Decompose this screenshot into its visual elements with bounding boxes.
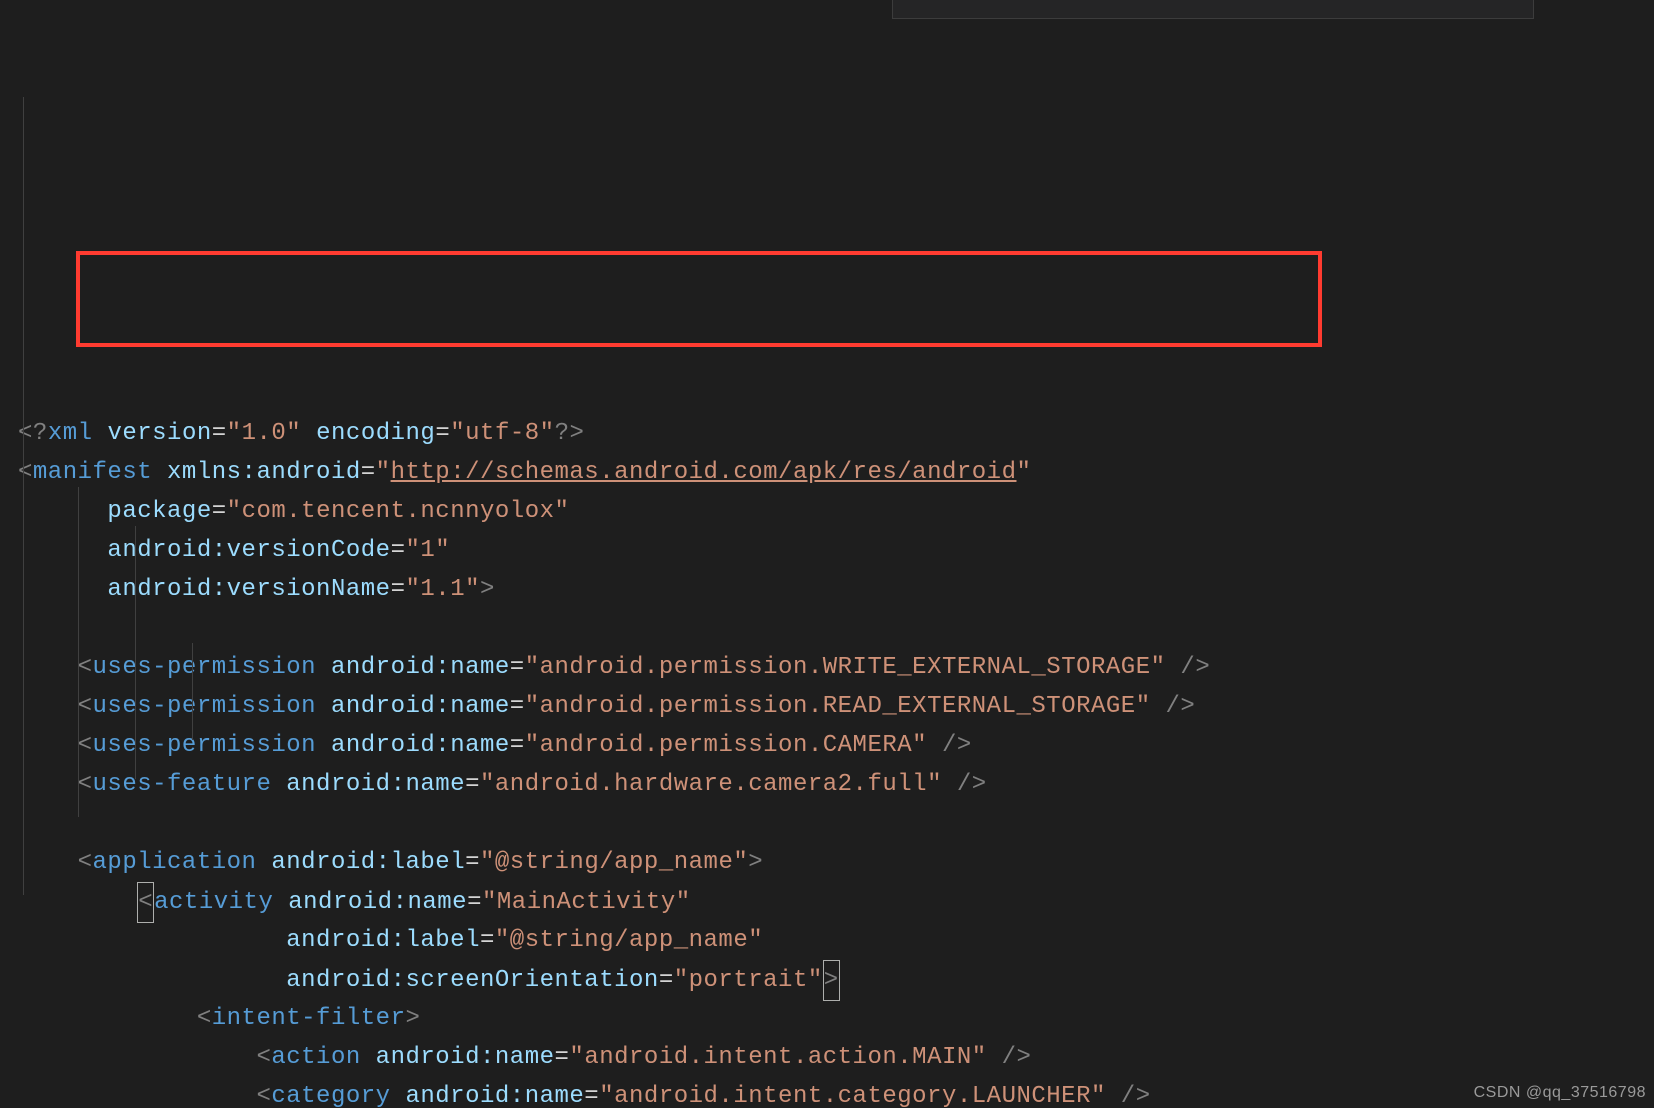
category-value: android.intent.category.LAUNCHER [614, 1083, 1091, 1108]
code-line[interactable]: android:versionCode="1" [18, 531, 1636, 570]
watermark-text: CSDN @qq_37516798 [1474, 1084, 1646, 1102]
code-editor[interactable]: <?xml version="1.0" encoding="utf-8"?><m… [0, 0, 1654, 1108]
code-line[interactable]: android:label="@string/app_name" [18, 921, 1636, 960]
code-line[interactable]: <activity android:name="MainActivity" [18, 882, 1636, 921]
category-tag: category [271, 1083, 390, 1108]
code-line[interactable]: <uses-permission android:name="android.p… [18, 687, 1636, 726]
action-value: android.intent.action.MAIN [584, 1044, 971, 1071]
android-name-attr: android:name [286, 771, 465, 798]
activity-name-value: MainActivity [497, 889, 676, 916]
indent-guide [78, 487, 79, 817]
code-line[interactable]: package="com.tencent.ncnnyolox" [18, 492, 1636, 531]
uses-feature-tag: uses-feature [93, 771, 272, 798]
package-attr: package [107, 498, 211, 525]
intent-filter-open-tag: intent-filter [212, 1005, 406, 1032]
bracket-match-close: > [823, 960, 840, 1001]
package-value: com.tencent.ncnnyolox [242, 498, 555, 525]
feature-camera2-value: android.hardware.camera2.full [495, 771, 927, 798]
xmlns-attr: xmlns:android [167, 459, 361, 486]
android-name-attr: android:name [288, 889, 467, 916]
code-line[interactable]: <category android:name="android.intent.c… [18, 1077, 1636, 1108]
uses-permission-tag: uses-permission [93, 693, 317, 720]
highlight-rectangle [76, 251, 1322, 347]
code-line[interactable]: <uses-permission android:name="android.p… [18, 648, 1636, 687]
code-line[interactable]: <uses-permission android:name="android.p… [18, 726, 1636, 765]
code-line[interactable] [18, 609, 1636, 648]
versionname-attr: android:versionName [107, 576, 390, 603]
indent-guide [192, 643, 193, 740]
activity-open-tag: activity [154, 889, 273, 916]
android-label-attr: android:label [286, 927, 480, 954]
manifest-open-tag: manifest [33, 459, 152, 486]
versionname-value: 1.1 [420, 576, 465, 603]
app-label-value: @string/app_name [495, 849, 733, 876]
perm-read-value: android.permission.READ_EXTERNAL_STORAGE [540, 693, 1136, 720]
code-line[interactable]: <application android:label="@string/app_… [18, 843, 1636, 882]
code-line[interactable]: <?xml version="1.0" encoding="utf-8"?> [18, 414, 1636, 453]
screenorientation-value: portrait [689, 967, 808, 994]
indent-guide [135, 526, 136, 779]
screenorientation-attr: android:screenOrientation [286, 967, 659, 994]
uses-permission-tag: uses-permission [93, 732, 317, 759]
android-name-attr: android:name [405, 1083, 584, 1108]
indent-guide [23, 97, 24, 895]
activity-label-value: @string/app_name [510, 927, 748, 954]
versioncode-value: 1 [420, 537, 435, 564]
xml-version-value: 1.0 [242, 420, 287, 447]
android-name-attr: android:name [331, 654, 510, 681]
code-line[interactable]: <manifest xmlns:android="http://schemas.… [18, 453, 1636, 492]
code-line[interactable]: android:screenOrientation="portrait"> [18, 960, 1636, 999]
action-tag: action [271, 1044, 360, 1071]
code-line[interactable] [18, 804, 1636, 843]
xml-encoding-value: utf-8 [465, 420, 540, 447]
perm-camera-value: android.permission.CAMERA [540, 732, 913, 759]
versioncode-attr: android:versionCode [107, 537, 390, 564]
bracket-match-open: < [137, 882, 154, 923]
android-name-attr: android:name [331, 732, 510, 759]
xmlns-url[interactable]: http://schemas.android.com/apk/res/andro… [391, 459, 1017, 486]
code-line[interactable]: android:versionName="1.1"> [18, 570, 1636, 609]
perm-write-value: android.permission.WRITE_EXTERNAL_STORAG… [540, 654, 1151, 681]
uses-permission-tag: uses-permission [93, 654, 317, 681]
application-open-tag: application [93, 849, 257, 876]
android-label-attr: android:label [271, 849, 465, 876]
android-name-attr: android:name [331, 693, 510, 720]
code-line[interactable]: <action android:name="android.intent.act… [18, 1038, 1636, 1077]
android-name-attr: android:name [376, 1044, 555, 1071]
code-line[interactable]: <intent-filter> [18, 999, 1636, 1038]
code-line[interactable]: <uses-feature android:name="android.hard… [18, 765, 1636, 804]
